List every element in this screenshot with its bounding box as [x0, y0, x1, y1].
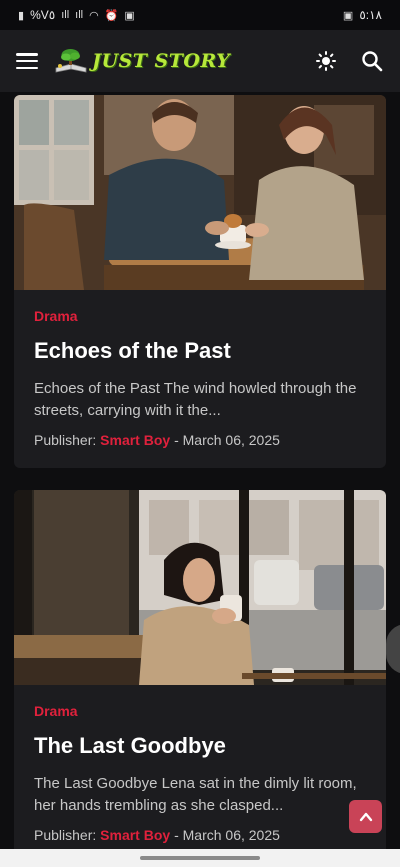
- gallery-icon: ▣: [342, 9, 354, 22]
- story-title[interactable]: Echoes of the Past: [34, 338, 366, 364]
- logo-wordmark: JUST STORY: [92, 50, 231, 72]
- menu-button[interactable]: [16, 53, 38, 69]
- story-thumbnail[interactable]: [14, 490, 386, 685]
- story-thumbnail[interactable]: [14, 95, 386, 290]
- signal-icon: ıll: [61, 9, 70, 21]
- publish-date: - March 06, 2025: [174, 827, 280, 843]
- story-excerpt: The Last Goodbye Lena sat in the dimly l…: [34, 775, 357, 814]
- chevron-up-icon: [359, 812, 372, 821]
- sun-icon: [316, 51, 336, 71]
- search-button[interactable]: [360, 49, 384, 73]
- category-label[interactable]: Drama: [34, 703, 366, 719]
- publisher-link[interactable]: Smart Boy: [100, 432, 170, 448]
- status-bar: ▮ %V٥ ıll ıll ◠ ⏰ ▣ ▣ ٥:١٨: [0, 0, 400, 30]
- theme-toggle-button[interactable]: [314, 49, 338, 73]
- story-title[interactable]: The Last Goodbye: [34, 733, 366, 759]
- app-logo[interactable]: JUST STORY: [54, 48, 230, 74]
- menu-icon-bar: [16, 66, 38, 69]
- story-card[interactable]: Drama Echoes of the Past Echoes of the P…: [14, 95, 386, 468]
- battery-icon: ▮: [18, 9, 25, 22]
- story-excerpt: Echoes of the Past The wind howled throu…: [34, 380, 357, 419]
- scroll-to-top-button[interactable]: [349, 800, 382, 833]
- menu-icon: [16, 53, 38, 56]
- clock: ٥:١٨: [359, 8, 382, 22]
- alarm-icon: ⏰: [104, 9, 119, 22]
- book-tree-icon: [55, 49, 87, 73]
- battery-percent: %V٥: [30, 8, 56, 22]
- volte-icon: ıll: [75, 9, 84, 21]
- story-card[interactable]: Drama The Last Goodbye The Last Goodbye …: [14, 490, 386, 863]
- notification-icon: ▣: [124, 9, 135, 22]
- publisher-link[interactable]: Smart Boy: [100, 827, 170, 843]
- edge-panel-handle[interactable]: [386, 624, 400, 674]
- publish-date: - March 06, 2025: [174, 432, 280, 448]
- publisher-label: Publisher:: [34, 827, 97, 843]
- story-meta: Publisher: Smart Boy - March 06, 2025: [34, 432, 366, 448]
- cafe-couple-image: [14, 95, 386, 290]
- menu-icon-bar: [16, 59, 38, 63]
- story-card-body: Drama Echoes of the Past Echoes of the P…: [14, 290, 386, 468]
- category-label[interactable]: Drama: [34, 308, 366, 324]
- search-icon: [362, 51, 383, 72]
- woman-window-image: [14, 490, 386, 685]
- home-gesture-handle[interactable]: [140, 856, 260, 860]
- wifi-icon: ◠: [89, 9, 99, 22]
- story-card-body: Drama The Last Goodbye The Last Goodbye …: [14, 685, 386, 863]
- publisher-label: Publisher:: [34, 432, 97, 448]
- story-meta: Publisher: Smart Boy - March 06, 2025: [34, 827, 366, 843]
- app-header: JUST STORY: [0, 30, 400, 92]
